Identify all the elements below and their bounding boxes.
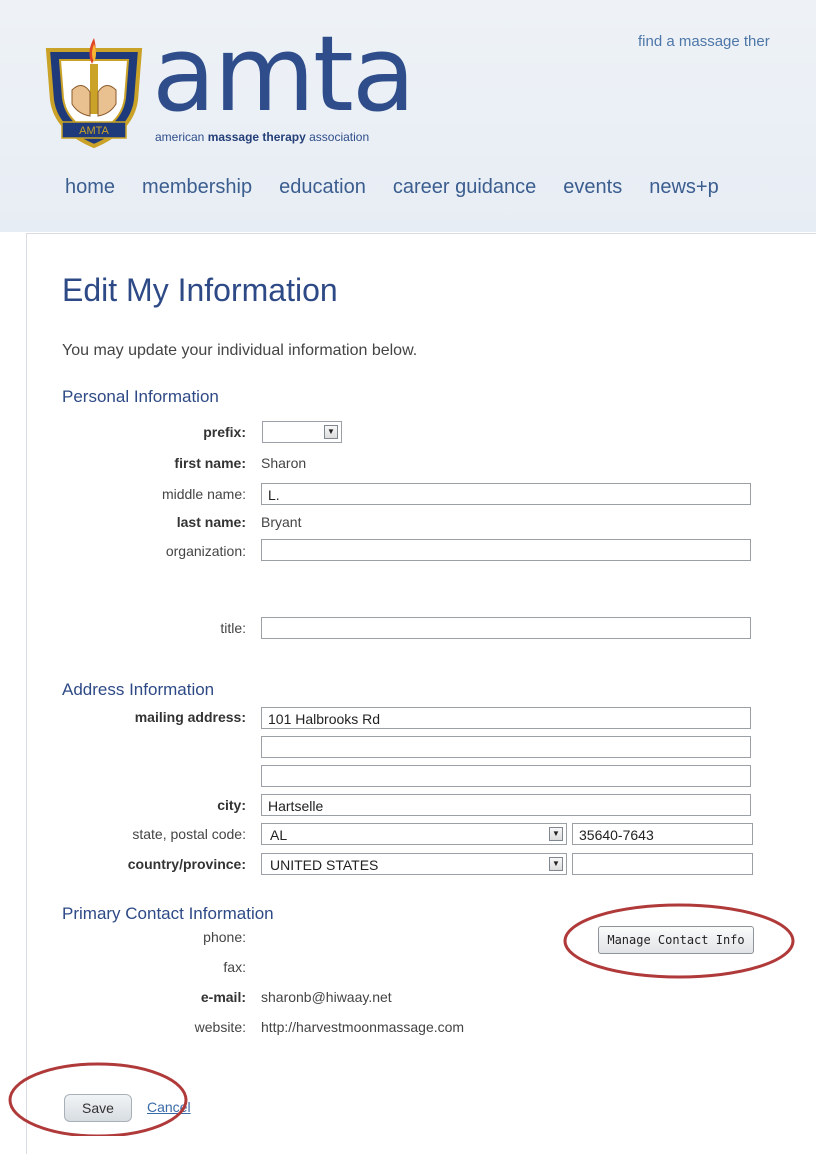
city-input[interactable]: Hartselle <box>261 794 751 816</box>
contact-section-title: Primary Contact Information <box>62 904 274 923</box>
last-name-value: Bryant <box>261 514 302 530</box>
save-button[interactable]: Save <box>64 1094 132 1122</box>
website-value: http://harvestmoonmassage.com <box>261 1019 465 1035</box>
state-postal-label: state, postal code: <box>132 826 246 842</box>
state-select[interactable]: AL ▼ <box>261 823 567 845</box>
chevron-down-icon[interactable]: ▼ <box>549 827 563 841</box>
nav-item-events[interactable]: events <box>563 176 622 198</box>
amta-emblem-icon: AMTA <box>45 38 143 148</box>
address-line2-input[interactable] <box>261 736 751 758</box>
nav-item-education[interactable]: education <box>279 176 366 198</box>
last-name-label: last name: <box>176 514 246 530</box>
cancel-link[interactable]: Cancel <box>147 1099 191 1115</box>
country-select[interactable]: UNITED STATES ▼ <box>261 853 567 875</box>
title-label: title: <box>220 620 246 636</box>
city-label: city: <box>217 797 246 813</box>
postal-code-input[interactable]: 35640-7643 <box>572 823 753 845</box>
country-label: country/province: <box>127 856 246 872</box>
prefix-label: prefix: <box>203 424 246 440</box>
phone-label: phone: <box>203 929 246 945</box>
organization-label: organization: <box>165 543 246 559</box>
nav-item-news[interactable]: news+p <box>649 176 719 198</box>
page-title: Edit My Information <box>62 272 338 308</box>
first-name-label: first name: <box>174 455 246 471</box>
mailing-address-label: mailing address: <box>134 709 246 725</box>
prefix-select[interactable]: ▼ <box>262 421 342 443</box>
svg-text:AMTA: AMTA <box>79 125 109 137</box>
email-label: e-mail: <box>200 989 246 1005</box>
logo-wordmark: amta <box>152 13 416 135</box>
chevron-down-icon[interactable]: ▼ <box>324 425 338 439</box>
middle-name-label: middle name: <box>161 486 246 502</box>
address-section-title: Address Information <box>62 680 215 699</box>
province-input[interactable] <box>572 853 753 875</box>
organization-input[interactable] <box>261 539 751 561</box>
fax-label: fax: <box>223 959 246 975</box>
address-line1-input[interactable]: 101 Halbrooks Rd <box>261 707 751 729</box>
manage-contact-info-button[interactable]: Manage Contact Info <box>598 926 754 954</box>
email-value: sharonb@hiwaay.net <box>261 989 392 1005</box>
logo-tagline: american massage therapy association <box>155 130 370 144</box>
title-input[interactable] <box>261 617 751 639</box>
website-label: website: <box>194 1019 246 1035</box>
personal-section-title: Personal Information <box>62 387 219 406</box>
find-therapist-link[interactable]: find a massage ther <box>638 33 816 50</box>
first-name-value: Sharon <box>261 455 307 471</box>
site-header: AMTA amta american massage therapy assoc… <box>0 0 816 232</box>
main-nav: home membership education career guidance ev… <box>65 176 816 202</box>
middle-name-input[interactable]: L. <box>261 483 751 505</box>
address-line3-input[interactable] <box>261 765 751 787</box>
nav-item-membership[interactable]: membership <box>142 176 252 198</box>
nav-item-career-guidance[interactable]: career guidance <box>393 176 536 198</box>
intro-text: You may update your individual informati… <box>62 342 418 359</box>
nav-item-home[interactable]: home <box>65 176 115 198</box>
chevron-down-icon[interactable]: ▼ <box>549 857 563 871</box>
